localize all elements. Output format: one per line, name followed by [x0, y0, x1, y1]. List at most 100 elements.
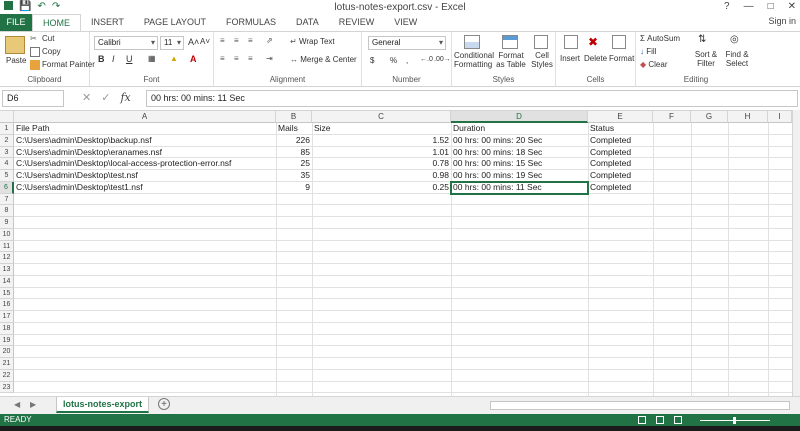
column-header-c[interactable]: C [312, 111, 451, 123]
column-header-a[interactable]: A [14, 111, 276, 123]
insert-function-icon[interactable]: fx [120, 91, 130, 104]
decrease-decimal-icon[interactable]: .00→ [434, 56, 451, 63]
cell-d3[interactable]: 00 hrs: 00 mins: 18 Sec [451, 147, 588, 159]
cell-e5[interactable]: Completed [588, 170, 653, 182]
close-icon[interactable]: ✕ [788, 1, 796, 12]
cell-b1[interactable]: Mails [276, 123, 312, 135]
help-button[interactable]: ? [724, 1, 730, 12]
cell-d1[interactable]: Duration [451, 123, 588, 135]
cell-styles-button[interactable]: Cell Styles [530, 51, 554, 69]
clear-button[interactable]: ◆ Clear [640, 60, 668, 69]
cell-e2[interactable]: Completed [588, 135, 653, 147]
cell-a5[interactable]: C:\Users\admin\Desktop\test.nsf [14, 170, 276, 182]
row-header-15[interactable]: 15 [0, 287, 14, 300]
cell-b5[interactable]: 35 [276, 170, 312, 182]
cell-e1[interactable]: Status [588, 123, 653, 135]
row-header-5[interactable]: 5 [0, 170, 14, 182]
fill-color-icon[interactable]: ▲ [170, 54, 178, 63]
cell-b6[interactable]: 9 [276, 182, 312, 194]
cell-a4[interactable]: C:\Users\admin\Desktop\local-access-prot… [14, 158, 276, 170]
paste-button[interactable]: Paste [6, 56, 26, 65]
shrink-font-icon[interactable]: A˅ [200, 37, 210, 46]
cell-c4[interactable]: 0.78 [312, 158, 451, 170]
conditional-formatting-button[interactable]: Conditional Formatting [454, 51, 494, 69]
cell-c1[interactable]: Size [312, 123, 451, 135]
row-header-3[interactable]: 3 [0, 146, 14, 159]
column-header-d[interactable]: D [451, 111, 588, 123]
horizontal-scrollbar[interactable] [490, 401, 790, 410]
row-header-1[interactable]: 1 [0, 123, 14, 135]
cell-e6[interactable]: Completed [588, 182, 653, 194]
increase-decimal-icon[interactable]: ←.0 [420, 56, 433, 63]
enter-icon[interactable]: ✓ [101, 91, 110, 104]
tab-formulas[interactable]: FORMULAS [216, 14, 286, 31]
row-header-11[interactable]: 11 [0, 240, 14, 253]
row-header-12[interactable]: 12 [0, 252, 14, 264]
worksheet-grid[interactable]: A B C D E F G H I 1 2 3 4 5 6 7 8 9 10 11 12 13 14 15 16 17 18 19 20… [0, 110, 792, 396]
vertical-scrollbar[interactable] [792, 110, 800, 396]
align-right-icon[interactable]: ≡ [248, 54, 253, 63]
page-break-view-icon[interactable] [674, 416, 682, 424]
insert-button[interactable]: Insert [560, 54, 580, 63]
cell-a1[interactable]: File Path [14, 123, 276, 135]
column-header-f[interactable]: F [653, 111, 691, 123]
zoom-thumb[interactable] [733, 417, 736, 424]
column-header-e[interactable]: E [588, 111, 653, 123]
tab-page-layout[interactable]: PAGE LAYOUT [134, 14, 216, 31]
row-header-23[interactable]: 23 [0, 381, 14, 394]
new-sheet-button[interactable]: + [158, 398, 170, 410]
cell-c2[interactable]: 1.52 [312, 135, 451, 147]
row-header-19[interactable]: 19 [0, 334, 14, 347]
tab-insert[interactable]: INSERT [81, 14, 134, 31]
indent-icon[interactable]: ⇥ [266, 54, 273, 63]
row-header-8[interactable]: 8 [0, 205, 14, 217]
wrap-text-button[interactable]: ↵ Wrap Text [290, 37, 335, 46]
number-format-dropdown[interactable]: General [368, 36, 446, 50]
align-center-icon[interactable]: ≡ [234, 54, 239, 63]
tab-data[interactable]: DATA [286, 14, 329, 31]
format-as-table-button[interactable]: Format as Table [494, 51, 528, 69]
row-header-6[interactable]: 6 [0, 181, 14, 194]
page-layout-view-icon[interactable] [656, 416, 664, 424]
align-middle-icon[interactable]: ≡ [234, 36, 239, 45]
font-size-dropdown[interactable]: 11 [160, 36, 184, 50]
grow-font-icon[interactable]: A˄ [188, 37, 199, 47]
cell-e3[interactable]: Completed [588, 147, 653, 159]
cell-c3[interactable]: 1.01 [312, 147, 451, 159]
copy-button[interactable]: Copy [30, 47, 61, 57]
percent-button[interactable]: % [390, 56, 397, 65]
row-header-22[interactable]: 22 [0, 369, 14, 382]
select-all-corner[interactable] [0, 111, 14, 123]
row-header-20[interactable]: 20 [0, 346, 14, 358]
row-header-14[interactable]: 14 [0, 275, 14, 288]
row-header-17[interactable]: 17 [0, 311, 14, 323]
minimize-icon[interactable]: — [744, 1, 754, 12]
cell-a3[interactable]: C:\Users\admin\Desktop\eranames.nsf [14, 147, 276, 159]
normal-view-icon[interactable] [638, 416, 646, 424]
scroll-left-icon[interactable]: ◀ [14, 400, 20, 409]
cell-b3[interactable]: 85 [276, 147, 312, 159]
row-header-7[interactable]: 7 [0, 193, 14, 206]
tab-home[interactable]: HOME [32, 14, 81, 31]
align-left-icon[interactable]: ≡ [220, 54, 225, 63]
cell-d4[interactable]: 00 hrs: 00 mins: 15 Sec [451, 158, 588, 170]
format-painter-button[interactable]: Format Painter [30, 60, 95, 70]
cancel-icon[interactable]: ✕ [82, 91, 91, 104]
tab-view[interactable]: VIEW [384, 14, 427, 31]
sort-filter-button[interactable]: Sort & Filter [692, 50, 720, 68]
bold-button[interactable]: B [98, 54, 105, 64]
comma-button[interactable]: , [406, 56, 408, 65]
column-header-i[interactable]: I [768, 111, 792, 123]
row-header-16[interactable]: 16 [0, 299, 14, 311]
sheet-tab-lotus-notes-export[interactable]: lotus-notes-export [56, 397, 150, 413]
cell-a2[interactable]: C:\Users\admin\Desktop\backup.nsf [14, 135, 276, 147]
underline-button[interactable]: U [126, 54, 133, 64]
row-header-18[interactable]: 18 [0, 322, 14, 335]
orientation-icon[interactable]: ⇗ [266, 36, 273, 45]
currency-button[interactable]: $ [370, 56, 374, 65]
merge-center-button[interactable]: ↔ Merge & Center [290, 55, 357, 64]
cut-button[interactable]: ✂ Cut [30, 34, 54, 44]
row-header-4[interactable]: 4 [0, 158, 14, 170]
cell-b2[interactable]: 226 [276, 135, 312, 147]
cell-d2[interactable]: 00 hrs: 00 mins: 20 Sec [451, 135, 588, 147]
